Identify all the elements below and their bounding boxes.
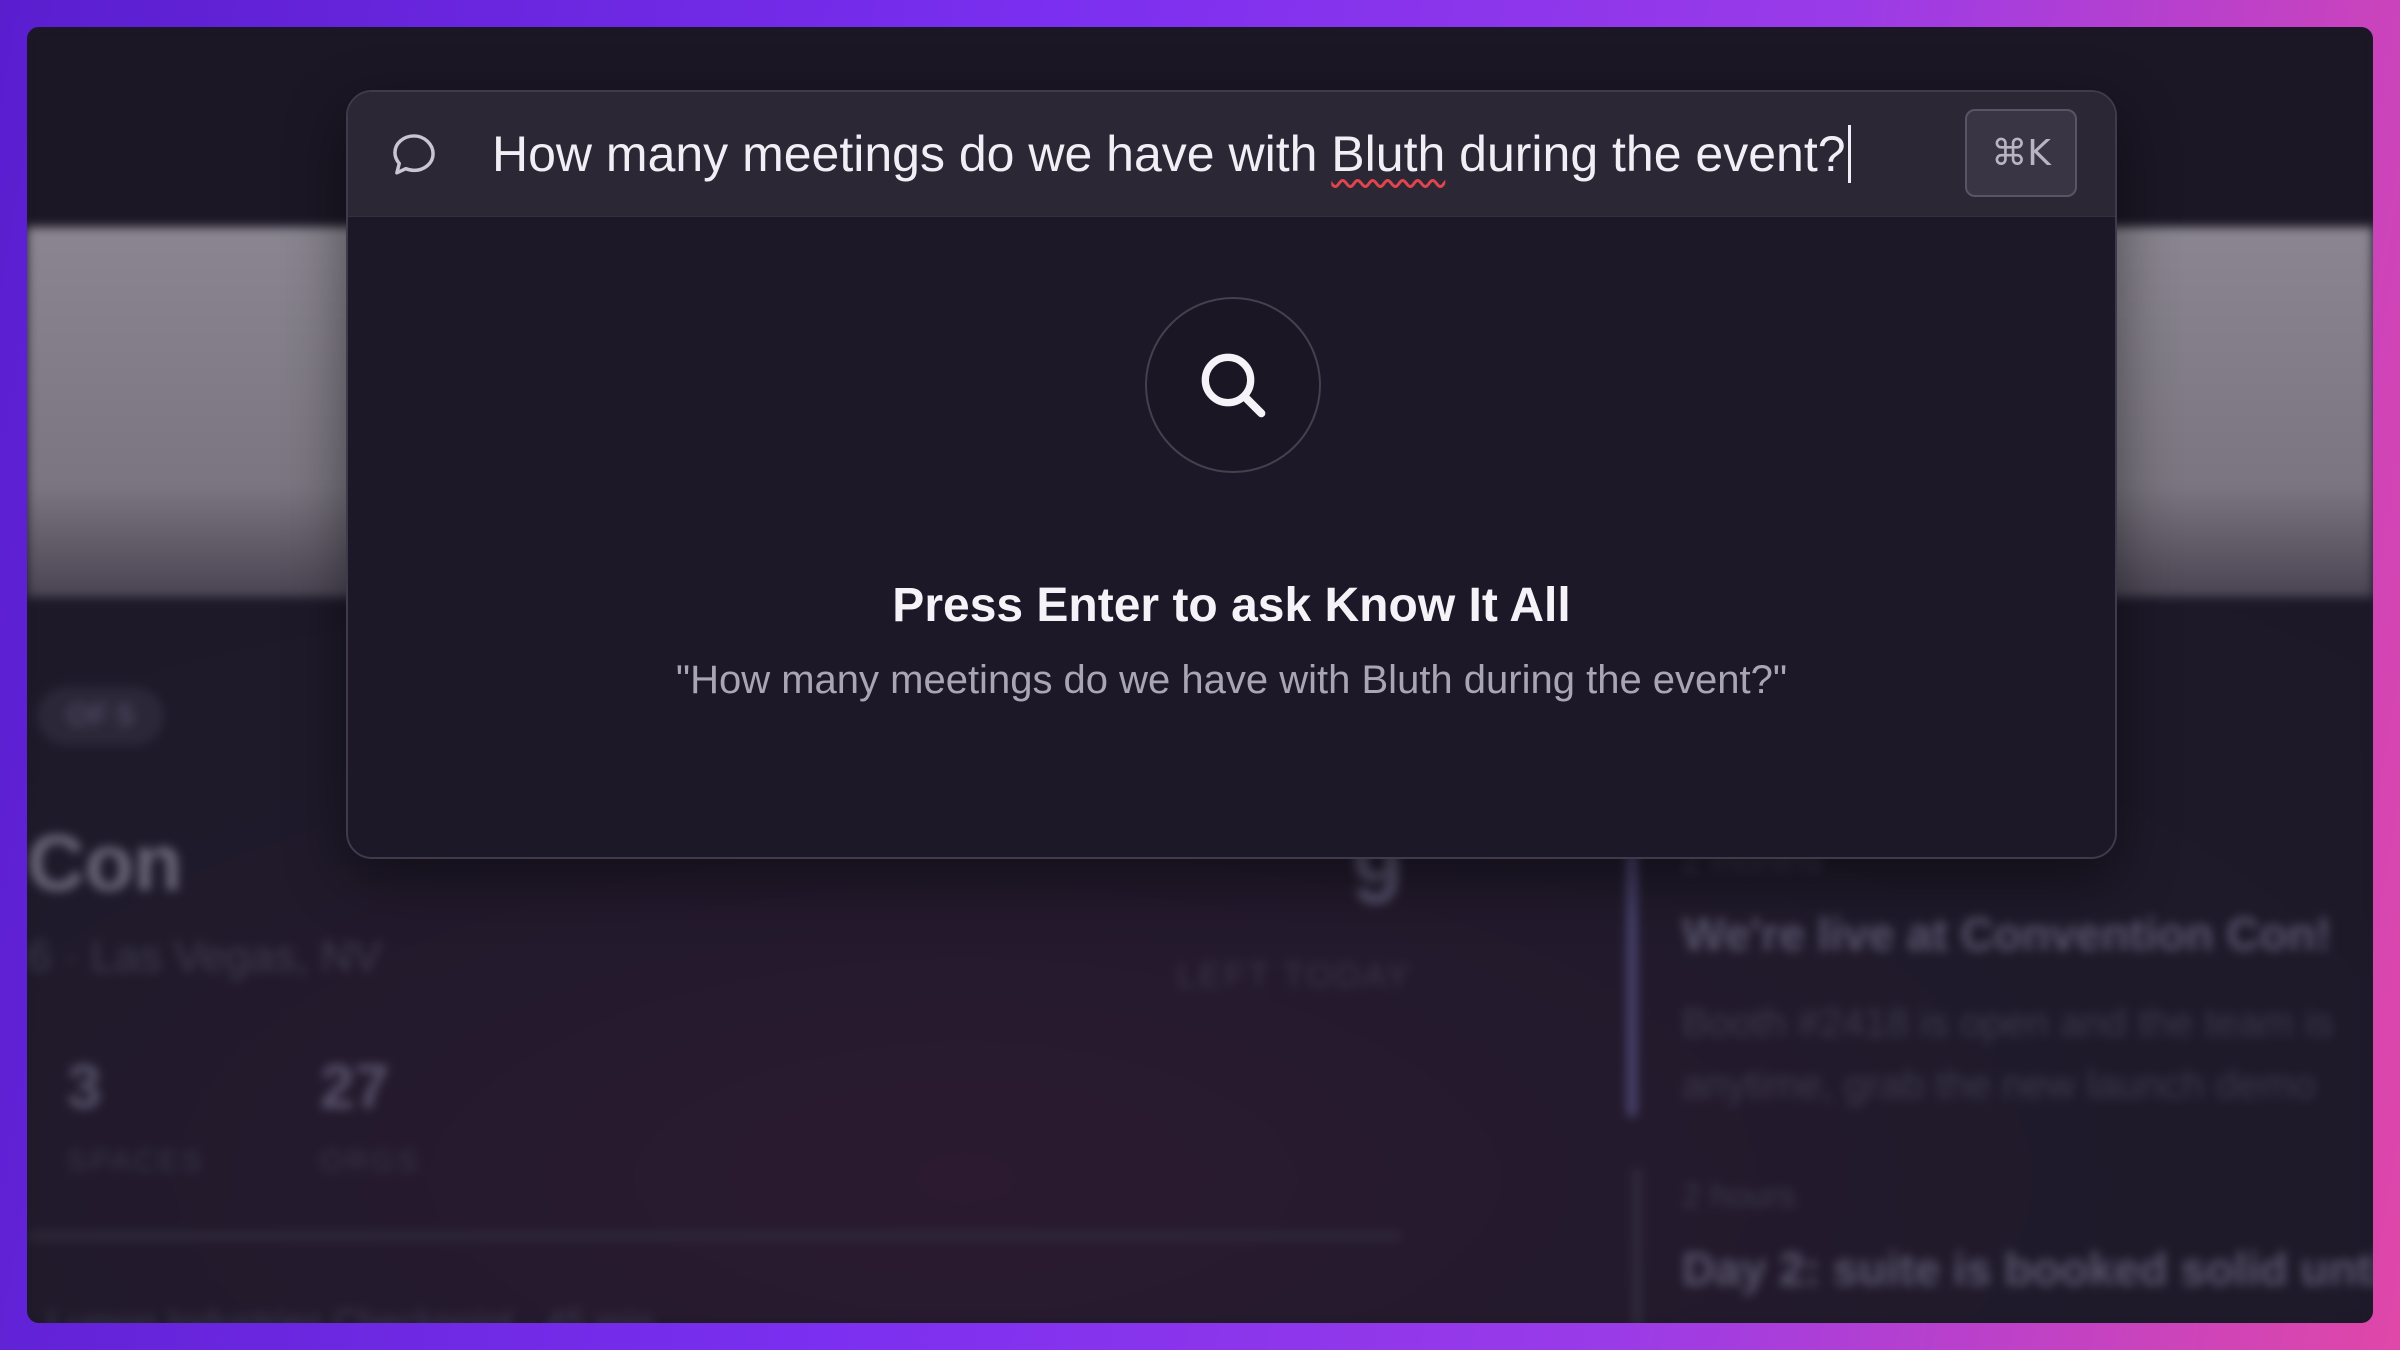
query-text-after: during the event? (1445, 126, 1846, 182)
search-icon (1201, 353, 1266, 418)
countdown-label: LEFT TODAY (1177, 957, 1413, 995)
query-input[interactable]: How many meetings do we have with Bluth … (492, 120, 1851, 188)
background-pill: OF 5 (37, 687, 164, 745)
shortcut-badge[interactable]: ⌘K (1965, 109, 2077, 197)
stat-label: SPACES (67, 1145, 205, 1178)
ask-palette: How many meetings do we have with Bluth … (346, 90, 2117, 859)
misspelled-word: Bluth (1331, 126, 1446, 182)
progress-divider (27, 1232, 1402, 1240)
footer-text: Lumon Industries Checkpoint · 45 min (47, 1302, 654, 1323)
event-location: 6 · Las Vegas, NV (27, 932, 382, 981)
feed-title: Day 2: suite is booked solid until (1682, 1243, 2373, 1295)
feed-time: 2 hours (1682, 1177, 1796, 1215)
chat-bubble-icon (393, 134, 435, 175)
prompt-quote: "How many meetings do we have with Bluth… (675, 658, 1788, 702)
feed-body-line: Booth #2418 is open and the team is (1682, 1001, 2334, 1045)
text-caret (1847, 124, 1851, 183)
query-bar: How many meetings do we have with Bluth … (348, 92, 2115, 217)
feed-title: We're live at Convention Con! (1682, 908, 2332, 960)
query-text-before: How many meetings do we have with (492, 126, 1332, 182)
feed-timeline-bar (1632, 1167, 1642, 1323)
feed-timeline-bar (1627, 827, 1637, 1117)
stat-value: 27 (320, 1053, 389, 1122)
app-window: OF 5 Con 6 · Las Vegas, NV 3 SPACES 27 O… (27, 27, 2373, 1323)
stat-label: ORGS (320, 1145, 421, 1178)
feed-body-line: anytime, grab the new launch demo (1682, 1063, 2316, 1107)
search-icon-circle (1145, 297, 1321, 473)
event-title: Con (27, 818, 183, 907)
prompt-title: Press Enter to ask Know It All (892, 579, 1571, 632)
stat-value: 3 (67, 1053, 102, 1122)
